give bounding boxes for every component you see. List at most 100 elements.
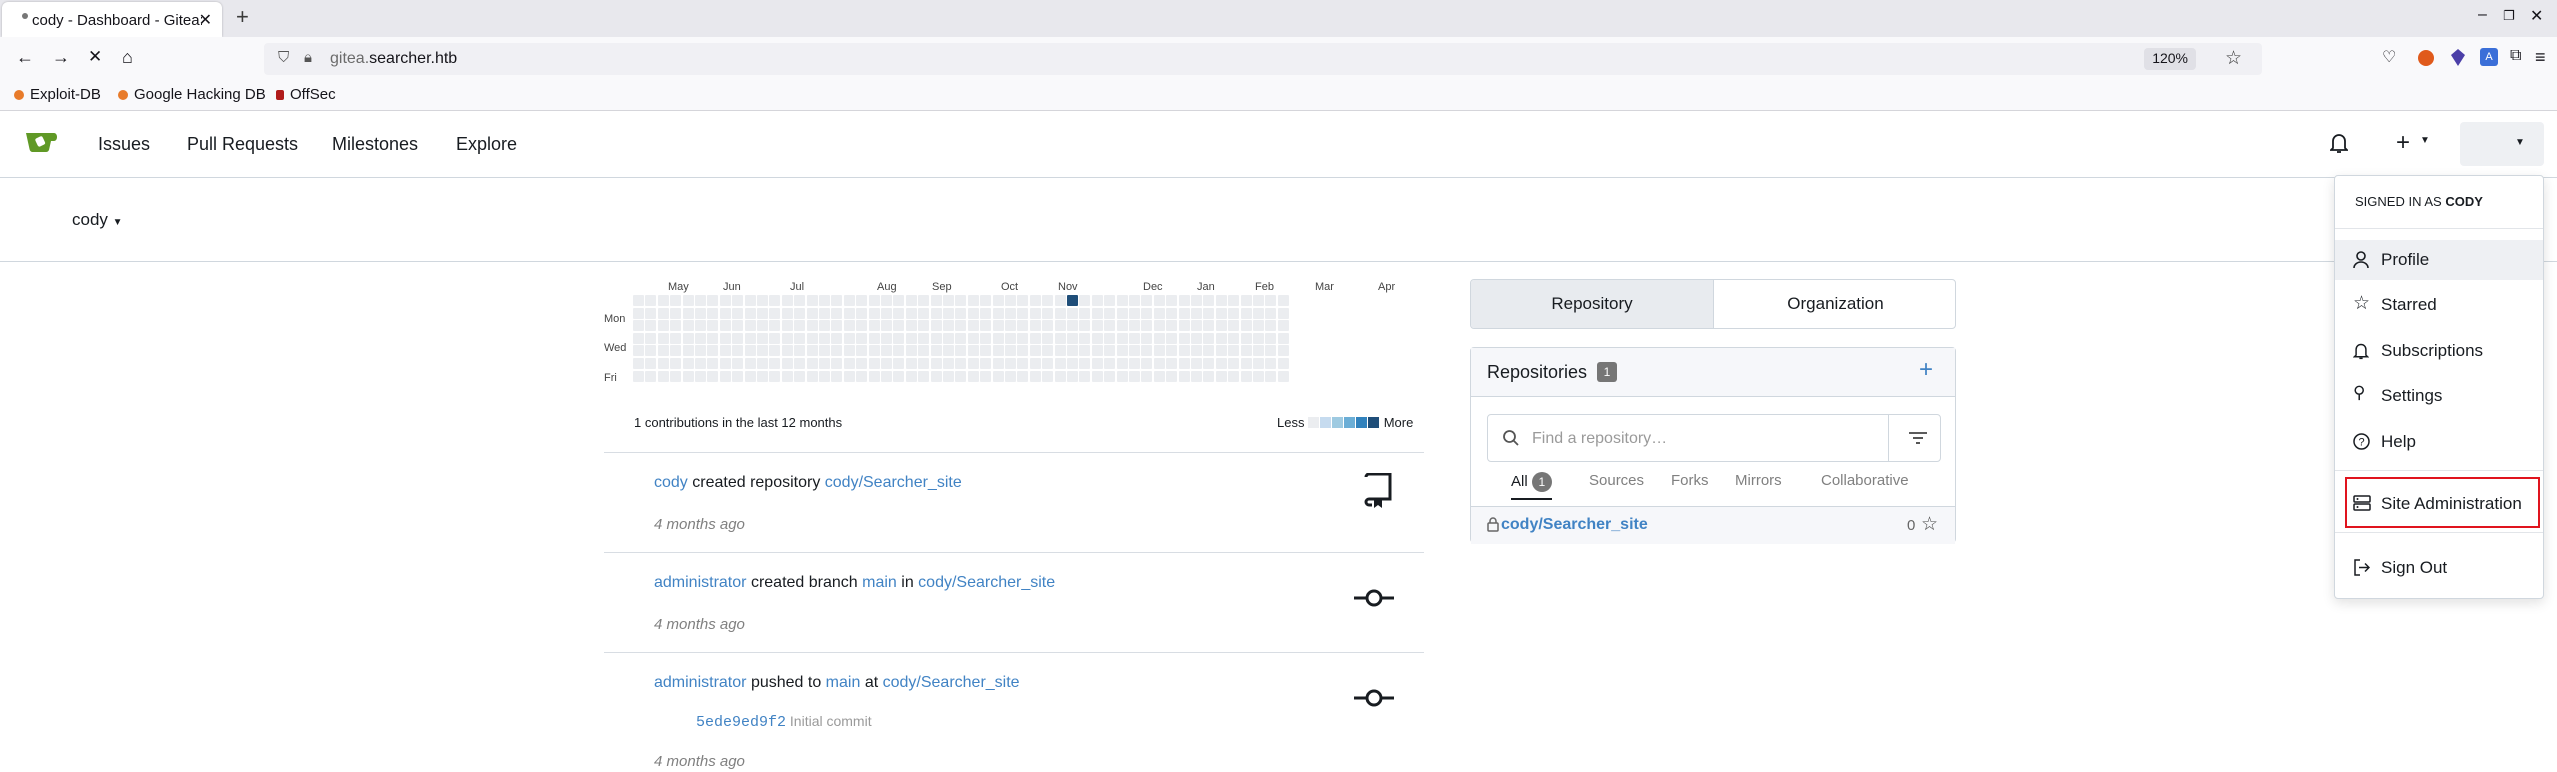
heatmap-cell[interactable]	[719, 370, 731, 382]
heatmap-cell[interactable]	[1129, 332, 1140, 344]
window-close-icon[interactable]: ✕	[2530, 6, 2543, 26]
url-text[interactable]: gitea.searcher.htb	[330, 50, 457, 68]
heatmap-cell[interactable]	[967, 295, 979, 306]
heatmap-cell[interactable]	[769, 307, 781, 319]
heatmap-cell[interactable]	[1029, 332, 1041, 344]
tab-repository[interactable]: Repository	[1471, 280, 1714, 328]
heatmap-cell[interactable]	[992, 307, 1004, 319]
heatmap-cell[interactable]	[1116, 295, 1128, 306]
heatmap-cell[interactable]	[893, 320, 905, 332]
heatmap-cell[interactable]	[1153, 345, 1165, 357]
heatmap-cell[interactable]	[1067, 358, 1078, 369]
heatmap-cell[interactable]	[769, 358, 781, 369]
heatmap-cell[interactable]	[868, 358, 880, 369]
heatmap-cell[interactable]	[657, 295, 669, 306]
heatmap-cell[interactable]	[682, 332, 694, 344]
browser-menu-icon[interactable]: ≡	[2535, 47, 2546, 68]
extension-proxy-icon[interactable]	[2451, 49, 2465, 66]
heatmap-cell[interactable]	[633, 358, 644, 369]
heatmap-cell[interactable]	[781, 332, 793, 344]
heatmap-cell[interactable]	[1017, 320, 1029, 332]
heatmap-cell[interactable]	[781, 358, 793, 369]
heatmap-cell[interactable]	[918, 370, 930, 382]
heatmap-cell[interactable]	[633, 320, 644, 332]
heatmap-cell[interactable]	[1104, 320, 1116, 332]
heatmap-cell[interactable]	[831, 370, 843, 382]
heatmap-cell[interactable]	[1277, 307, 1289, 319]
heatmap-cell[interactable]	[732, 332, 744, 344]
heatmap-cell[interactable]	[1265, 358, 1277, 369]
heatmap-cell[interactable]	[707, 307, 719, 319]
heatmap-cell[interactable]	[881, 307, 892, 319]
heatmap-cell[interactable]	[1240, 320, 1252, 332]
heatmap-cell[interactable]	[992, 332, 1004, 344]
heatmap-cell[interactable]	[1116, 307, 1128, 319]
heatmap-cell[interactable]	[1178, 320, 1190, 332]
heatmap-cell[interactable]	[1054, 370, 1066, 382]
browser-tab-active[interactable]: cody - Dashboard - Gitea: ✕	[2, 2, 222, 37]
heatmap-cell[interactable]	[1067, 370, 1078, 382]
heatmap-cell[interactable]	[1240, 307, 1252, 319]
heatmap-cell[interactable]	[955, 307, 967, 319]
heatmap-cell[interactable]	[893, 370, 905, 382]
heatmap-cell[interactable]	[707, 295, 719, 306]
tab-organization[interactable]: Organization	[1714, 280, 1955, 328]
heatmap-cell[interactable]	[1067, 307, 1078, 319]
bookmark-star-icon[interactable]: ☆	[2225, 47, 2242, 70]
heatmap-cell[interactable]	[1141, 358, 1153, 369]
heatmap-cell[interactable]	[893, 295, 905, 306]
heatmap-cell[interactable]	[1203, 295, 1215, 306]
heatmap-cell[interactable]	[1215, 295, 1227, 306]
heatmap-cell[interactable]	[1129, 320, 1140, 332]
heatmap-cell[interactable]	[930, 358, 942, 369]
heatmap-cell[interactable]	[1153, 370, 1165, 382]
heatmap-cell[interactable]	[719, 358, 731, 369]
heatmap-cell[interactable]	[967, 370, 979, 382]
heatmap-cell[interactable]	[967, 345, 979, 357]
heatmap-cell[interactable]	[1166, 320, 1178, 332]
heatmap-cell[interactable]	[980, 370, 992, 382]
heatmap-cell[interactable]	[943, 345, 954, 357]
heatmap-cell[interactable]	[732, 345, 744, 357]
heatmap-cell[interactable]	[930, 370, 942, 382]
heatmap-cell[interactable]	[1054, 358, 1066, 369]
heatmap-cell[interactable]	[1067, 295, 1078, 306]
heatmap-cell[interactable]	[918, 295, 930, 306]
heatmap-cell[interactable]	[1091, 332, 1103, 344]
heatmap-cell[interactable]	[1042, 307, 1054, 319]
heatmap-cell[interactable]	[806, 295, 818, 306]
heatmap-cell[interactable]	[1277, 320, 1289, 332]
heatmap-cell[interactable]	[781, 295, 793, 306]
heatmap-cell[interactable]	[1191, 307, 1202, 319]
heatmap-cell[interactable]	[794, 307, 806, 319]
heatmap-cell[interactable]	[1178, 370, 1190, 382]
heatmap-cell[interactable]	[992, 320, 1004, 332]
filter-tab-mirrors[interactable]: Mirrors	[1735, 472, 1782, 489]
heatmap-cell[interactable]	[682, 370, 694, 382]
heatmap-cell[interactable]	[1203, 358, 1215, 369]
heatmap-cell[interactable]	[1265, 307, 1277, 319]
heatmap-cell[interactable]	[955, 358, 967, 369]
heatmap-cell[interactable]	[769, 320, 781, 332]
heatmap-cell[interactable]	[707, 332, 719, 344]
heatmap-cell[interactable]	[806, 358, 818, 369]
heatmap-cell[interactable]	[980, 345, 992, 357]
heatmap-cell[interactable]	[645, 345, 657, 357]
heatmap-cell[interactable]	[695, 332, 706, 344]
heatmap-cell[interactable]	[1005, 332, 1016, 344]
heatmap-cell[interactable]	[645, 370, 657, 382]
heatmap-cell[interactable]	[1029, 345, 1041, 357]
heatmap-cell[interactable]	[1166, 345, 1178, 357]
heatmap-cell[interactable]	[806, 332, 818, 344]
heatmap-cell[interactable]	[1104, 370, 1116, 382]
heatmap-cell[interactable]	[633, 332, 644, 344]
heatmap-cell[interactable]	[893, 307, 905, 319]
heatmap-cell[interactable]	[1091, 358, 1103, 369]
heatmap-cell[interactable]	[1029, 370, 1041, 382]
heatmap-cell[interactable]	[757, 370, 768, 382]
heatmap-cell[interactable]	[1253, 358, 1264, 369]
heatmap-cell[interactable]	[1141, 320, 1153, 332]
heatmap-cell[interactable]	[806, 320, 818, 332]
heatmap-cell[interactable]	[657, 332, 669, 344]
heatmap-cell[interactable]	[1116, 320, 1128, 332]
